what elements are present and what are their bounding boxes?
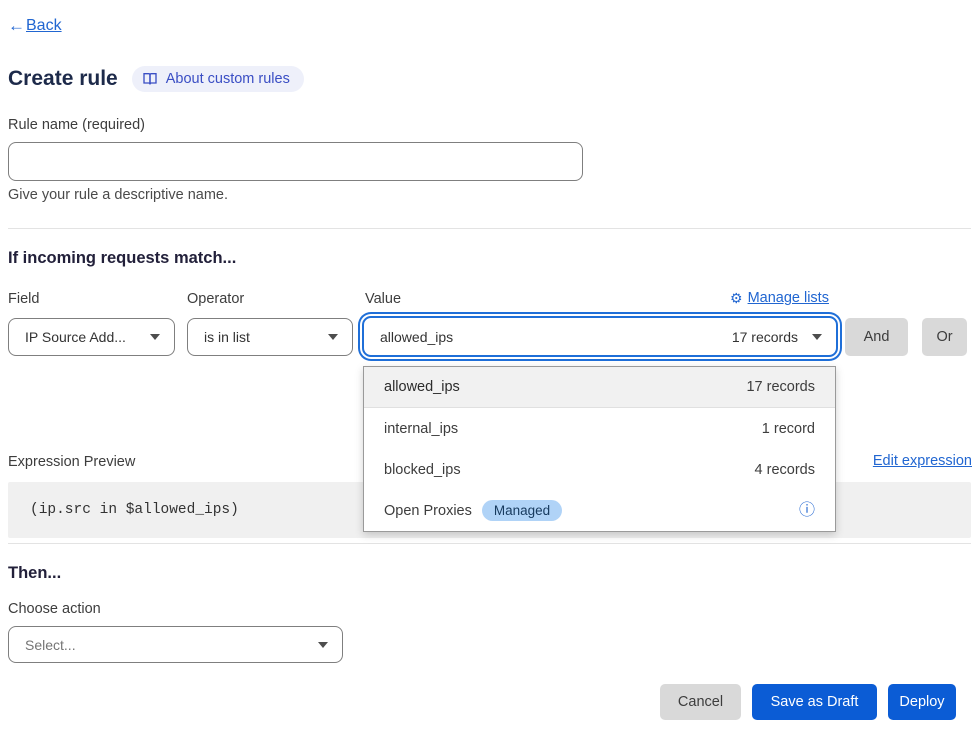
list-item-name: Open Proxies — [384, 503, 472, 519]
value-select[interactable]: allowed_ips 17 records — [362, 316, 838, 357]
page-title: Create rule — [8, 67, 118, 91]
section-divider — [8, 543, 971, 544]
list-item-record-count: 1 record — [762, 421, 815, 437]
edit-expression-link[interactable]: Edit expression — [873, 453, 972, 469]
back-link-label: Back — [26, 17, 62, 35]
operator-select[interactable]: is in list — [187, 318, 353, 356]
list-item-blocked-ips[interactable]: blocked_ips 4 records — [364, 449, 835, 490]
expression-preview-label: Expression Preview — [8, 454, 135, 470]
cancel-button[interactable]: Cancel — [660, 684, 741, 720]
gear-icon: ⚙ — [730, 291, 743, 305]
value-select-wrap: allowed_ips 17 records — [362, 316, 838, 357]
choose-action-label: Choose action — [8, 601, 101, 617]
deploy-button[interactable]: Deploy — [888, 684, 956, 720]
list-item-name: allowed_ips — [384, 379, 460, 395]
list-item-name: internal_ips — [384, 421, 458, 437]
field-select-value: IP Source Add... — [25, 329, 140, 345]
value-label: Value — [365, 291, 401, 307]
operator-label: Operator — [187, 291, 244, 307]
value-select-meta: 17 records — [732, 329, 798, 345]
info-icon[interactable]: ⓘ — [799, 503, 815, 519]
back-arrow-icon: ← — [8, 16, 25, 36]
chevron-down-icon — [318, 642, 328, 648]
or-button[interactable]: Or — [922, 318, 967, 356]
book-icon — [142, 71, 158, 87]
manage-lists-link[interactable]: ⚙ Manage lists — [730, 290, 838, 306]
field-select[interactable]: IP Source Add... — [8, 318, 175, 356]
chevron-down-icon — [328, 334, 338, 340]
list-item-internal-ips[interactable]: internal_ips 1 record — [364, 408, 835, 449]
match-section-heading: If incoming requests match... — [8, 249, 236, 268]
field-label: Field — [8, 291, 39, 307]
back-link[interactable]: ←Back — [8, 16, 62, 36]
section-divider — [8, 228, 971, 229]
action-select-placeholder: Select... — [25, 637, 308, 653]
rule-name-label: Rule name (required) — [8, 117, 145, 133]
list-item-record-count: 4 records — [755, 462, 815, 478]
value-select-value: allowed_ips — [380, 329, 732, 345]
managed-badge: Managed — [482, 500, 562, 521]
about-custom-rules-label: About custom rules — [166, 71, 290, 87]
rule-name-input[interactable] — [8, 142, 583, 181]
title-row: Create rule About custom rules — [8, 66, 304, 92]
and-button[interactable]: And — [845, 318, 908, 356]
action-select[interactable]: Select... — [8, 626, 343, 663]
chevron-down-icon — [812, 334, 822, 340]
chevron-down-icon — [150, 334, 160, 340]
list-item-record-count: 17 records — [746, 379, 815, 395]
save-as-draft-button[interactable]: Save as Draft — [752, 684, 877, 720]
list-item-name: blocked_ips — [384, 462, 461, 478]
list-item-allowed-ips[interactable]: allowed_ips 17 records — [364, 367, 835, 408]
rule-name-helper: Give your rule a descriptive name. — [8, 187, 228, 203]
value-dropdown-panel: allowed_ips 17 records internal_ips 1 re… — [363, 366, 836, 532]
expression-code: (ip.src in $allowed_ips) — [30, 502, 239, 518]
operator-select-value: is in list — [204, 329, 318, 345]
manage-lists-label: Manage lists — [748, 290, 829, 306]
about-custom-rules-link[interactable]: About custom rules — [132, 66, 304, 92]
list-item-open-proxies[interactable]: Open Proxies Managed ⓘ — [364, 490, 835, 531]
then-section-heading: Then... — [8, 564, 61, 583]
